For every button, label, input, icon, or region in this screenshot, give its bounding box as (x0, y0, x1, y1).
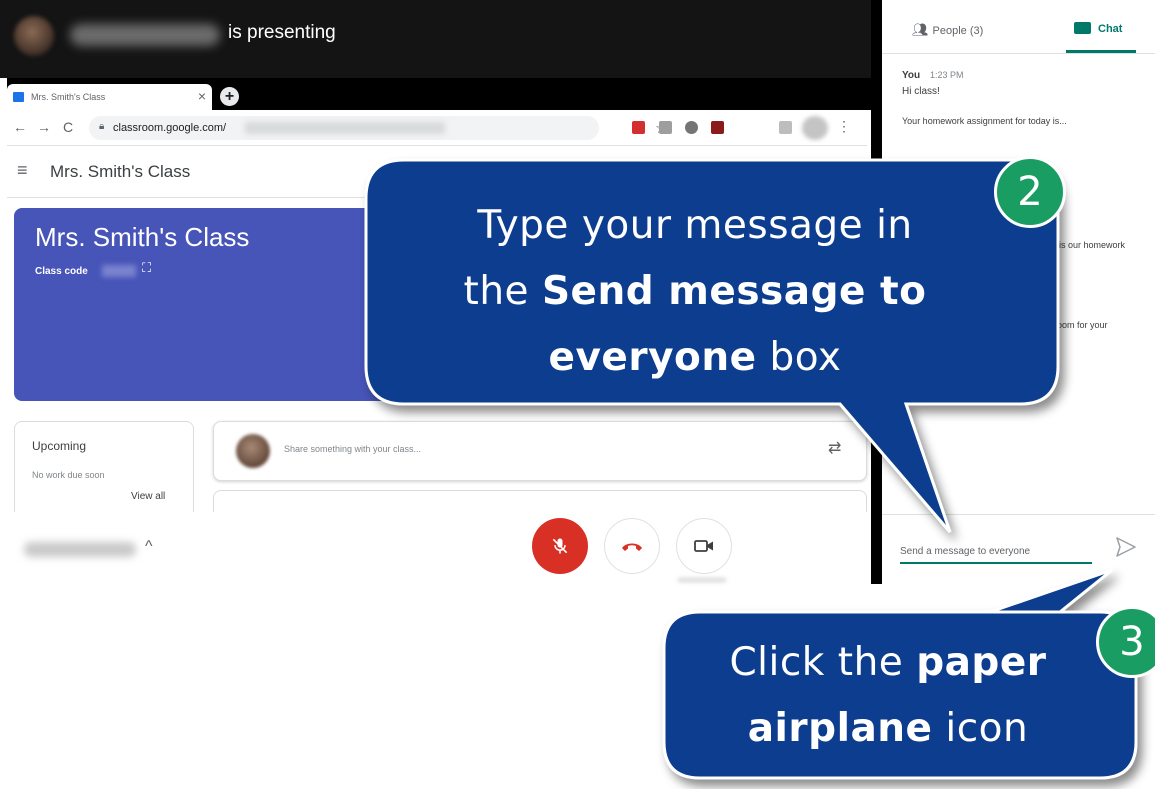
callout-line: Click the paper (668, 630, 1108, 696)
callout-step2-text: Type your message in the Send message to… (350, 193, 1040, 391)
callout-bold-text: everyone (548, 335, 757, 380)
callout-line: the Send message to (350, 259, 1040, 325)
callout-line: everyone box (350, 325, 1040, 391)
callout-line: airplane icon (668, 696, 1108, 762)
callout-text: box (756, 335, 842, 380)
step-badge-2: 2 (994, 156, 1066, 228)
callout-text: icon (932, 706, 1029, 751)
callout-line: Type your message in (350, 193, 1040, 259)
callout-text-line1: Type your message in (477, 203, 913, 248)
callout-bold-text: airplane (747, 706, 933, 751)
callout-bold-text: Send message to (541, 269, 927, 314)
callout-text: the (463, 269, 542, 314)
callout-bold-text: paper (916, 640, 1047, 685)
callout-text: Click the (729, 640, 917, 685)
callout-step3-text: Click the paper airplane icon (668, 630, 1108, 762)
